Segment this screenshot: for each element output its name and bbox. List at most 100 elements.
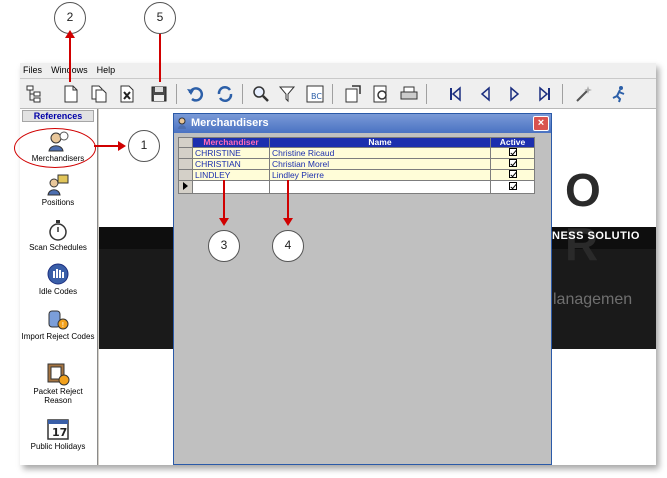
dialog-title: Merchandisers <box>191 117 269 129</box>
filter-button[interactable] <box>276 83 298 105</box>
active-cell[interactable] <box>490 169 535 181</box>
sidebar-item-scan-schedules[interactable]: Scan Schedules <box>20 218 96 252</box>
table-row[interactable]: CHRISTIAN Christian Morel <box>178 158 535 170</box>
toolbar-separator <box>562 84 563 104</box>
sidebar-item-import-reject-codes[interactable]: ! Import Reject Codes <box>20 307 96 341</box>
prev-icon <box>480 86 490 102</box>
print-button[interactable] <box>398 83 420 105</box>
name-cell[interactable]: Christine Ricaud <box>269 147 491 159</box>
sidebar-item-label: Public Holidays <box>30 442 86 451</box>
callout-arrowhead-2 <box>65 30 75 38</box>
active-cell[interactable] <box>490 147 535 159</box>
calendar-day: 17 <box>52 426 67 439</box>
first-record-button[interactable] <box>444 83 466 105</box>
wizard-button[interactable] <box>572 83 594 105</box>
row-indicator-current[interactable] <box>178 180 193 194</box>
search-button[interactable] <box>250 83 272 105</box>
column-header-merchandiser[interactable]: Merchandiser <box>192 137 270 148</box>
active-checkbox[interactable] <box>508 148 517 156</box>
toolbar: BC <box>20 79 656 109</box>
new-icon <box>64 85 78 103</box>
current-row-arrow-icon <box>183 182 188 190</box>
merchandiser-cell[interactable]: CHRISTIAN <box>192 158 270 170</box>
next-record-button[interactable] <box>504 83 526 105</box>
callout-arrowhead-3 <box>219 218 229 226</box>
callout-arrowhead-4 <box>283 218 293 226</box>
merchandiser-cell[interactable]: CHRISTINE <box>192 147 270 159</box>
positions-icon <box>47 174 69 196</box>
table-row[interactable]: CHRISTINE Christine Ricaud <box>178 147 535 159</box>
callout-arrow-3 <box>223 180 225 220</box>
save-button[interactable] <box>148 83 170 105</box>
callout-4: 4 <box>272 230 304 262</box>
refresh-button[interactable] <box>214 83 236 105</box>
dialog-title-bar[interactable]: Merchandisers × <box>174 114 551 133</box>
row-indicator[interactable] <box>178 169 193 181</box>
print-icon <box>400 86 418 100</box>
name-input[interactable] <box>269 180 491 194</box>
search-icon <box>253 86 269 102</box>
dialog-icon <box>178 117 186 129</box>
merchandisers-grid: Merchandiser Name Active CHRISTINE Chris… <box>178 137 535 194</box>
first-icon <box>450 86 461 102</box>
previous-record-button[interactable] <box>474 83 496 105</box>
menu-bar: Files Windows Help <box>20 63 656 79</box>
new-record-button[interactable] <box>60 83 82 105</box>
name-cell[interactable]: Christian Morel <box>269 158 491 170</box>
merchandiser-cell[interactable]: LINDLEY <box>192 169 270 181</box>
svg-text:BC: BC <box>311 92 322 101</box>
exit-button[interactable] <box>608 83 630 105</box>
next-icon <box>510 86 520 102</box>
active-checkbox[interactable] <box>508 170 517 178</box>
undo-button[interactable] <box>184 83 206 105</box>
column-header-name[interactable]: Name <box>269 137 491 148</box>
copy-record-button[interactable] <box>88 83 110 105</box>
sidebar-item-idle-codes[interactable]: Idle Codes <box>20 262 96 296</box>
new-record-row[interactable] <box>178 180 535 194</box>
calendar-icon: 17 <box>47 419 69 440</box>
import-reject-icon: ! <box>48 310 69 330</box>
table-row[interactable]: LINDLEY Lindley Pierre <box>178 169 535 181</box>
last-record-button[interactable] <box>534 83 556 105</box>
tree-button[interactable] <box>24 83 46 105</box>
preview-icon <box>373 85 387 103</box>
menu-help[interactable]: Help <box>94 63 119 75</box>
callout-arrow-5 <box>159 34 161 82</box>
export-button[interactable] <box>342 83 364 105</box>
filter-icon <box>278 86 296 103</box>
merchandiser-input[interactable] <box>192 180 270 194</box>
idle-icon <box>47 263 69 285</box>
column-header-active[interactable]: Active <box>490 137 535 148</box>
background-band-text: NESS SOLUTIO <box>552 230 640 242</box>
sort-button[interactable]: BC <box>304 83 326 105</box>
sidebar-item-public-holidays[interactable]: 17 Public Holidays <box>20 417 96 451</box>
callout-arrowhead-1 <box>118 141 126 151</box>
active-cell[interactable] <box>490 158 535 170</box>
row-indicator[interactable] <box>178 147 193 159</box>
name-cell[interactable]: Lindley Pierre <box>269 169 491 181</box>
active-checkbox[interactable] <box>508 159 517 167</box>
last-icon <box>539 86 550 102</box>
row-indicator[interactable] <box>178 158 193 170</box>
sort-icon: BC <box>306 85 324 103</box>
active-cell[interactable] <box>490 180 535 194</box>
toolbar-separator <box>242 84 243 104</box>
delete-icon <box>120 85 134 103</box>
refresh-icon <box>217 86 233 102</box>
dialog-close-button[interactable]: × <box>533 116 549 131</box>
sidebar-item-label: Import Reject Codes <box>21 332 95 341</box>
highlight-ellipse <box>14 128 96 168</box>
stopwatch-icon <box>49 220 67 241</box>
menu-files[interactable]: Files <box>20 63 45 75</box>
exit-icon <box>612 86 625 103</box>
sidebar-item-packet-reject-reason[interactable]: Packet Reject Reason <box>20 362 96 405</box>
toolbar-separator <box>332 84 333 104</box>
sidebar-item-positions[interactable]: Positions <box>20 173 96 207</box>
delete-record-button[interactable] <box>116 83 138 105</box>
preview-button[interactable] <box>370 83 392 105</box>
application-window: Files Windows Help <box>20 63 656 465</box>
toolbar-separator <box>426 84 427 104</box>
row-indicator-header <box>178 137 193 148</box>
packet-reject-icon <box>47 363 70 386</box>
active-checkbox[interactable] <box>508 182 517 190</box>
